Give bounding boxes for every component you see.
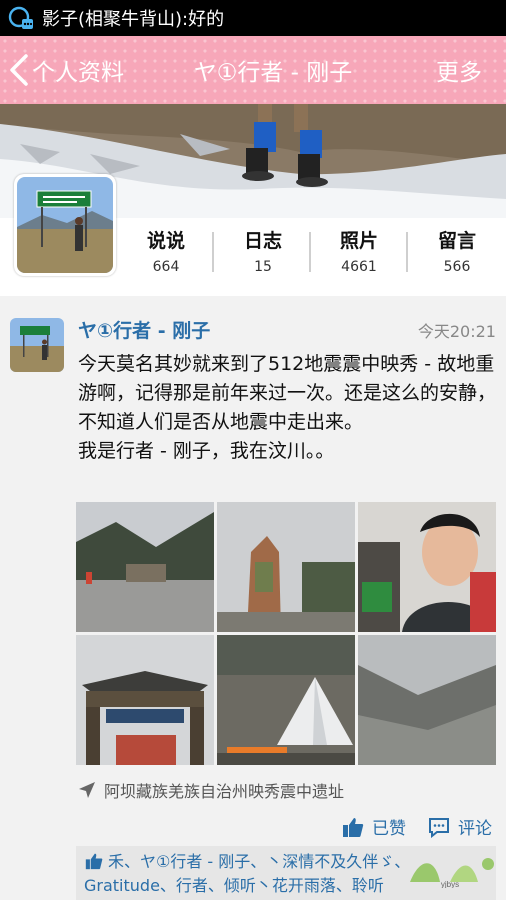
stat-label: 说说 [146, 230, 185, 252]
stat-count: 664 [152, 259, 180, 275]
qq-notification-icon [8, 6, 33, 29]
stat-label: 留言 [437, 230, 476, 252]
post-photo[interactable] [358, 635, 496, 765]
stat-label: 日志 [243, 230, 282, 252]
stat-label: 照片 [339, 230, 378, 252]
stat-count: 566 [443, 259, 471, 275]
stat-messages[interactable]: 留言 566 [409, 226, 505, 275]
thumbs-up-icon [85, 853, 103, 870]
status-bar: 影子(相聚牛背山):好的 [0, 0, 506, 36]
stat-blog[interactable]: 日志 15 [215, 226, 311, 275]
post-author-name[interactable]: ヤ①行者 - 刚子 [78, 316, 210, 343]
stat-count: 4661 [341, 259, 377, 275]
back-label: 个人资料 [32, 60, 124, 86]
likers-names[interactable]: 禾、ヤ①行者 - 刚子、丶深情不及久伴ゞ、Gratitude、行者、倾听丶花开雨… [84, 852, 410, 895]
back-button[interactable]: 个人资料 [8, 36, 124, 104]
comment-button[interactable]: 评论 [428, 814, 492, 839]
chevron-left-icon [10, 54, 28, 86]
post-photo[interactable] [217, 635, 355, 765]
photo-grid [76, 502, 496, 766]
post-time: 今天20:21 [417, 322, 496, 341]
stat-shuoshuo[interactable]: 说说 664 [118, 226, 214, 275]
stat-photos[interactable]: 照片 4661 [311, 226, 407, 275]
notification-text: 影子(相聚牛背山):好的 [42, 9, 225, 30]
post-photo[interactable] [358, 502, 496, 632]
like-label: 已赞 [372, 819, 406, 839]
divider [406, 232, 408, 272]
watermark-logo: yjbys [410, 858, 494, 888]
stat-count: 15 [254, 259, 272, 275]
location-text: 阿坝藏族羌族自治州映秀震中遗址 [104, 782, 345, 801]
post-author-avatar[interactable] [10, 318, 64, 372]
post-location[interactable]: 阿坝藏族羌族自治州映秀震中遗址 [78, 778, 344, 802]
like-button[interactable]: 已赞 [342, 814, 406, 839]
post-photo[interactable] [76, 635, 214, 765]
profile-avatar[interactable] [14, 174, 116, 276]
watermark-text: yjbys [441, 880, 459, 888]
post-photo[interactable] [76, 502, 214, 632]
thumbs-up-icon [343, 817, 364, 837]
comment-label: 评论 [458, 819, 492, 839]
comment-icon [429, 817, 449, 838]
location-arrow-icon [79, 782, 95, 798]
divider [212, 232, 214, 272]
post-photo[interactable] [217, 502, 355, 632]
title-bar: 个人资料 ヤ①行者 - 刚子 更多 [0, 36, 506, 104]
more-button[interactable]: 更多 [436, 36, 482, 104]
post-text: 今天莫名其妙就来到了512地震震中映秀 - 故地重游啊，记得那是前年来过一次。还… [78, 353, 497, 462]
